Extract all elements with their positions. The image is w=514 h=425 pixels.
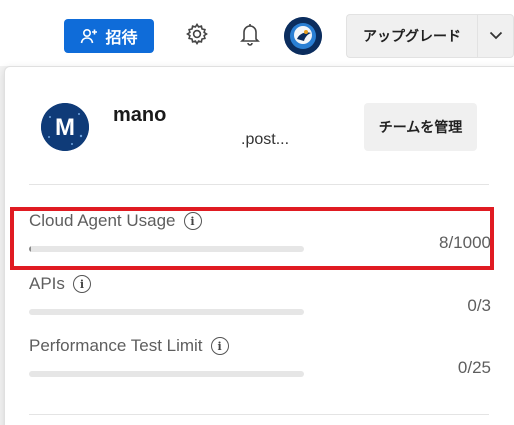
manage-team-button[interactable]: チームを管理: [364, 103, 477, 151]
manage-team-label: チームを管理: [378, 119, 463, 135]
upgrade-label: アップグレード: [363, 28, 461, 44]
user-avatar: M: [41, 103, 89, 151]
usage-apis: APIs i 0/3: [29, 274, 491, 334]
settings-button[interactable]: [181, 19, 213, 53]
info-icon[interactable]: i: [210, 337, 229, 355]
add-user-icon: [80, 27, 98, 45]
upgrade-menu-button[interactable]: [477, 14, 514, 58]
account-dropdown: M mano .post... チームを管理 Cloud Agent Usage…: [4, 66, 514, 425]
usage-progress-bar: [29, 246, 304, 252]
usage-progress-bar: [29, 309, 304, 315]
usage-label: Performance Test Limit: [29, 336, 203, 355]
bell-icon: [239, 22, 261, 51]
user-name: mano: [113, 104, 167, 126]
usage-performance-test: Performance Test Limit i 0/25: [29, 336, 491, 396]
usage-progress-bar: [29, 371, 304, 377]
invite-button[interactable]: 招待: [64, 19, 154, 53]
chevron-down-icon: [489, 27, 503, 45]
usage-value: 8/1000: [439, 233, 491, 252]
usage-progress-fill: [29, 246, 32, 252]
divider: [29, 184, 489, 185]
gear-icon: [185, 22, 209, 51]
info-icon[interactable]: i: [183, 212, 202, 230]
user-email: .post...: [241, 131, 290, 148]
notifications-button[interactable]: [234, 19, 266, 53]
account-avatar[interactable]: [284, 17, 322, 55]
usage-value: 0/3: [467, 296, 491, 315]
usage-label: Cloud Agent Usage: [29, 211, 176, 230]
avatar-letter: M: [55, 114, 75, 141]
divider: [29, 414, 489, 415]
usage-value: 0/25: [457, 358, 491, 377]
upgrade-button[interactable]: アップグレード: [346, 14, 477, 58]
usage-label: APIs: [29, 274, 65, 293]
top-bar: 招待 アップグレード: [0, 0, 514, 66]
usage-cloud-agent: Cloud Agent Usage i 8/1000: [29, 211, 491, 271]
invite-label: 招待: [105, 30, 138, 47]
info-icon[interactable]: i: [72, 275, 91, 293]
